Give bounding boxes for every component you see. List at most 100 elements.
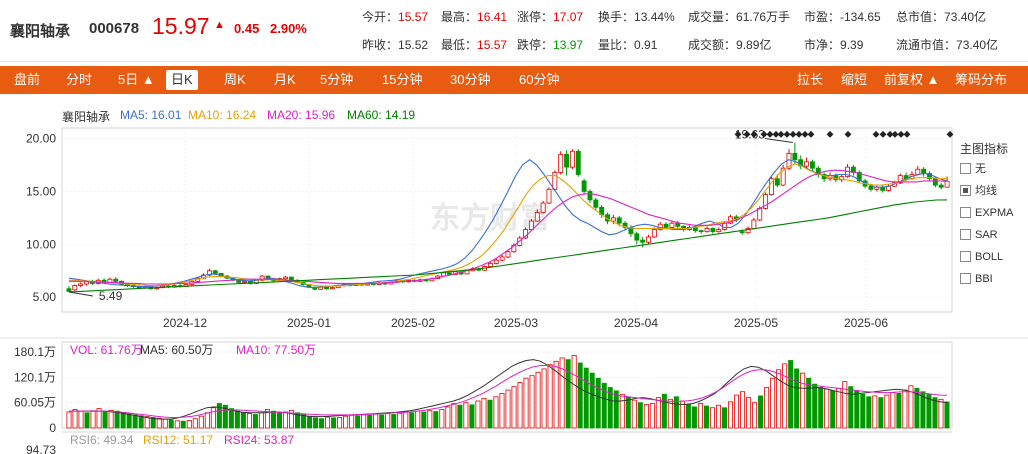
period-tab[interactable]: 15分钟 [382, 66, 422, 94]
volume-bar [120, 411, 126, 429]
candle-body [476, 268, 482, 271]
volume-bar [607, 387, 613, 429]
volume-bar [625, 396, 631, 429]
candle-body [903, 175, 909, 180]
candle-body [89, 280, 95, 284]
volume-bar [445, 406, 451, 429]
candle-body [640, 239, 646, 243]
volume-bar [523, 377, 529, 429]
x-tick-label: 2025-02 [391, 316, 435, 330]
candle-body [569, 150, 575, 168]
volume-bar [721, 407, 727, 429]
volume-bar [517, 382, 523, 429]
volume-bar [415, 410, 421, 429]
volume-bar [307, 415, 313, 429]
volume-ma10-line [69, 365, 948, 418]
candle-body [324, 286, 329, 290]
volume-bar [313, 417, 319, 429]
candle-body [763, 194, 769, 209]
volume-bar [379, 414, 385, 429]
candle-body [201, 274, 207, 279]
volume-bar [583, 367, 589, 429]
candle-body [528, 220, 534, 230]
event-marker-icon: ⬥ [744, 129, 751, 140]
toolbar-action[interactable]: 拉长 [797, 66, 823, 94]
period-tab[interactable]: 月K [274, 66, 296, 94]
volume-bar [709, 407, 715, 429]
event-marker-icon: ⬥ [904, 129, 911, 140]
candle-body [113, 278, 119, 282]
volume-bar [643, 403, 649, 429]
indicator-option[interactable]: SAR [960, 229, 998, 243]
toolbar-action[interactable]: 缩短 [841, 66, 867, 94]
candle-body [839, 176, 845, 181]
period-tab[interactable]: 30分钟 [450, 66, 490, 94]
volume-bar [457, 404, 463, 429]
checkbox-icon[interactable] [960, 207, 971, 218]
candle-body [891, 182, 897, 187]
period-tab[interactable]: 周K [224, 66, 246, 94]
indicator-option[interactable]: 均线 [960, 185, 997, 199]
period-tab[interactable]: 盘前 [14, 66, 40, 94]
volume-bar [301, 414, 307, 429]
checkbox-icon[interactable] [960, 229, 971, 240]
candle-body [353, 283, 359, 286]
candle-body [288, 276, 294, 281]
candle-body [236, 279, 242, 283]
candle-body [628, 227, 634, 235]
checkbox-icon[interactable] [960, 163, 971, 174]
volume-bar [836, 387, 842, 429]
event-marker-icon: ⬥ [778, 129, 785, 140]
period-tab[interactable]: 5日 ▲ [118, 66, 155, 94]
event-marker-icon: ⬥ [790, 129, 797, 140]
rsi-y-tick-label: 94.73 [26, 443, 56, 454]
candle-body [259, 275, 265, 281]
candle-body [359, 283, 365, 286]
indicator-option[interactable]: BBI [960, 273, 993, 287]
candle-body [687, 227, 692, 230]
volume-bar [842, 381, 848, 429]
indicator-option[interactable]: EXPMA [960, 207, 1014, 221]
volume-bar [896, 392, 902, 429]
high-arrow [764, 137, 793, 143]
candle-body [868, 185, 874, 190]
volume-bar [427, 410, 433, 429]
volume-bar [391, 414, 397, 429]
indicator-option[interactable]: 无 [960, 163, 986, 177]
volume-bar [782, 363, 788, 429]
volume-bar [926, 393, 932, 429]
quote-item: 最低：15.57 [441, 36, 507, 53]
volume-legend-item: VOL: 61.76万 [70, 343, 143, 357]
checkbox-icon[interactable] [960, 185, 971, 196]
ma-line-ma20 [68, 169, 948, 285]
volume-bar [463, 402, 469, 429]
candle-body [206, 270, 212, 276]
period-tab[interactable]: 60分钟 [519, 66, 559, 94]
quote-value: 73.40亿 [944, 10, 987, 24]
indicator-option[interactable]: BOLL [960, 251, 1003, 265]
volume-bar [764, 387, 770, 429]
volume-bar [144, 416, 150, 429]
toolbar-action[interactable]: 前复权 ▲ [884, 66, 939, 94]
period-tab[interactable]: 5分钟 [320, 66, 353, 94]
candle-body [224, 275, 230, 279]
candle-body [610, 217, 616, 222]
volume-bar [914, 387, 920, 429]
low-label: 5.49 [99, 289, 123, 303]
event-marker-icon: ⬥ [784, 129, 791, 140]
volume-bar [96, 408, 102, 429]
checkbox-icon[interactable] [960, 273, 971, 284]
quote-item: 最高：16.41 [441, 8, 507, 25]
period-tab[interactable]: 分时 [66, 66, 92, 94]
y-tick-label: 5.00 [33, 290, 57, 304]
candle-body [171, 285, 177, 288]
event-marker-icon: ⬥ [802, 129, 809, 140]
candle-body [646, 236, 651, 243]
toolbar-action[interactable]: 筹码分布 [955, 66, 1007, 94]
period-tab[interactable]: 日K [166, 70, 198, 90]
candle-body [388, 281, 394, 285]
candle-body [886, 185, 891, 191]
volume-bar [589, 372, 595, 429]
candle-body [710, 228, 716, 233]
checkbox-icon[interactable] [960, 251, 971, 262]
